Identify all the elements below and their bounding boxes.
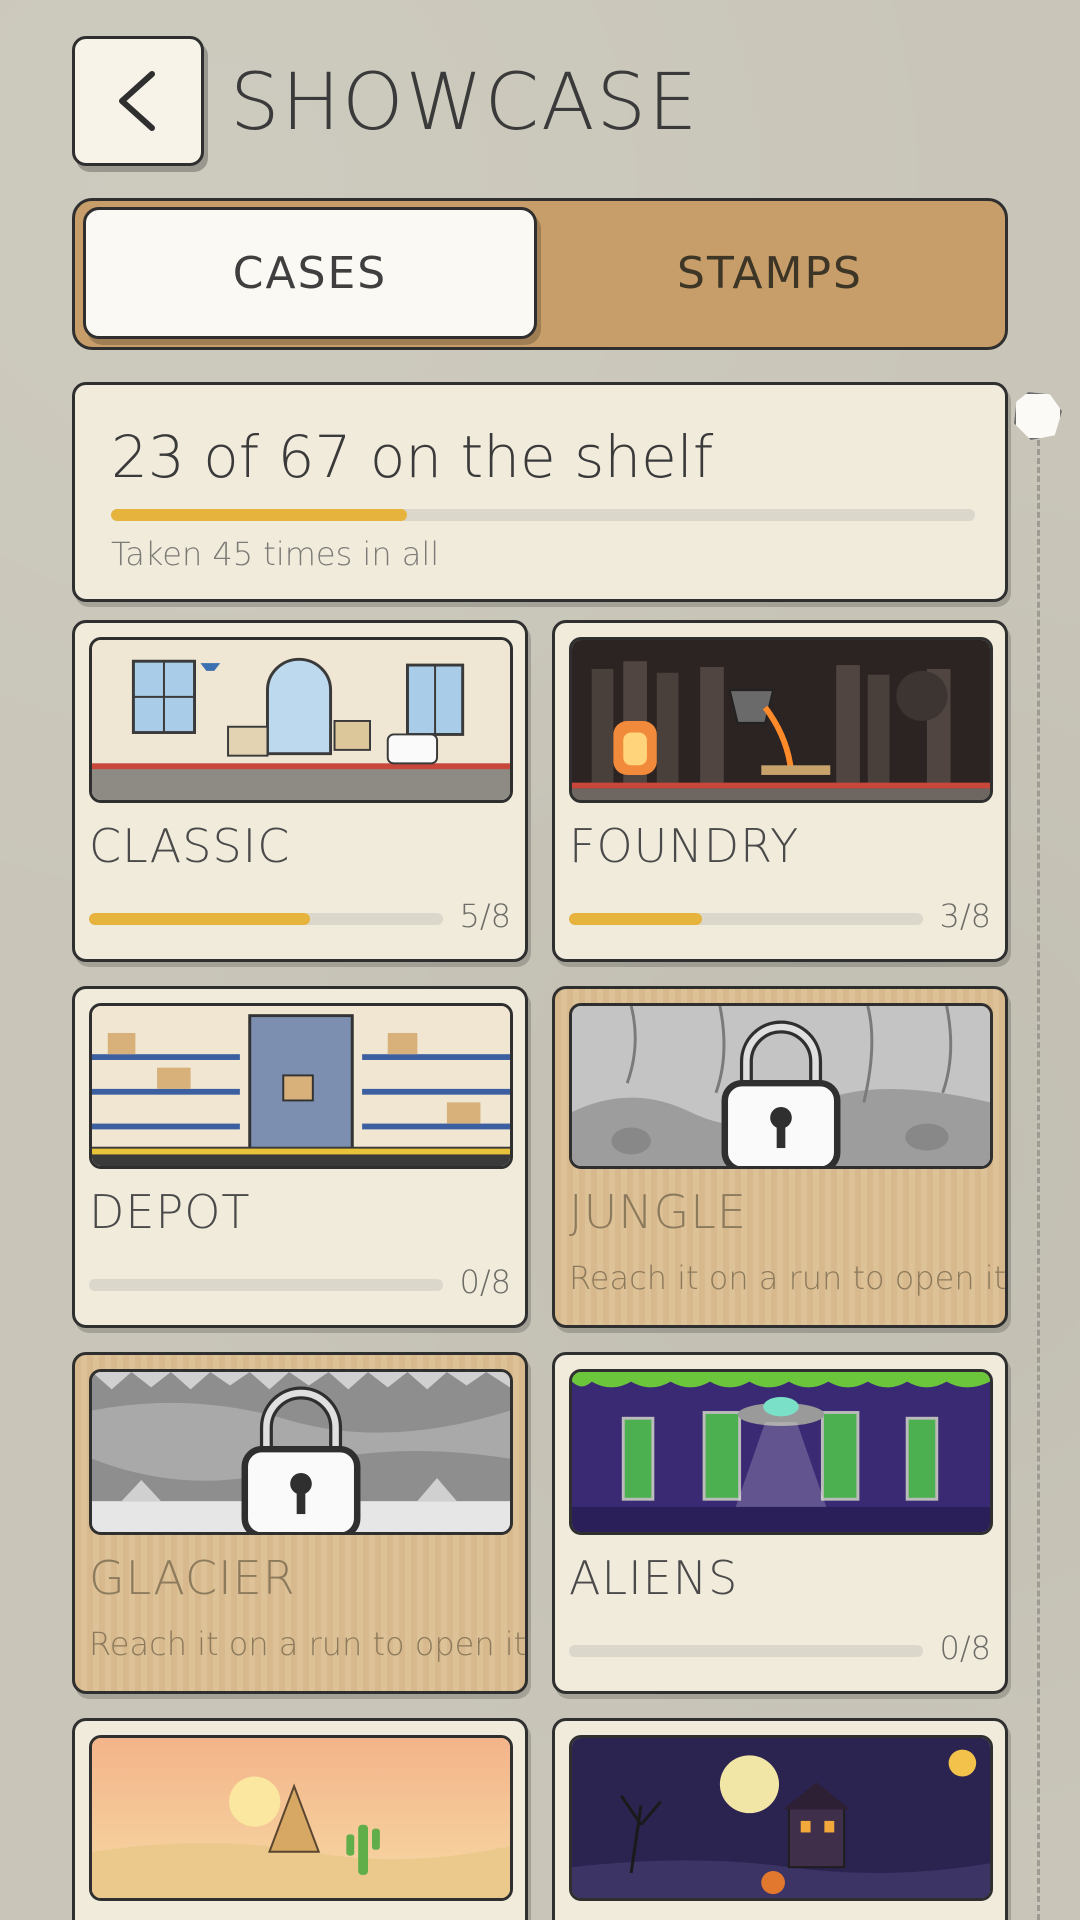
case-image-jungle bbox=[569, 1003, 993, 1169]
case-progress-fill bbox=[89, 913, 311, 925]
case-title: ALIENS bbox=[569, 1551, 739, 1605]
case-image-glacier bbox=[89, 1369, 513, 1535]
chevron-left-icon bbox=[119, 71, 155, 131]
case-count: 5/8 bbox=[459, 897, 512, 935]
case-image-depot bbox=[89, 1003, 513, 1169]
case-progress-bar bbox=[569, 913, 923, 925]
case-card-desert[interactable] bbox=[72, 1718, 528, 1920]
tab-stamps[interactable]: STAMPS bbox=[543, 207, 997, 339]
case-card-classic[interactable]: CLASSIC 5/8 bbox=[72, 620, 528, 962]
case-progress-bar bbox=[89, 1279, 443, 1291]
case-card-aliens[interactable]: ALIENS 0/8 bbox=[552, 1352, 1008, 1694]
tab-cases[interactable]: CASES bbox=[83, 207, 537, 339]
tab-bar: CASES STAMPS bbox=[72, 198, 1008, 350]
case-title: FOUNDRY bbox=[569, 819, 800, 873]
lock-icon bbox=[241, 1386, 361, 1532]
locked-message: Reach it on a run to open it bbox=[89, 1625, 527, 1663]
case-card-depot[interactable]: DEPOT 0/8 bbox=[72, 986, 528, 1328]
page-title: SHOWCASE bbox=[230, 58, 700, 148]
case-progress-fill bbox=[569, 913, 702, 925]
locked-message: Reach it on a run to open it bbox=[569, 1259, 1007, 1297]
collection-summary: 23 of 67 on the shelf Taken 45 times in … bbox=[72, 382, 1008, 602]
case-card-glacier[interactable]: GLACIER Reach it on a run to open it bbox=[72, 1352, 528, 1694]
case-progress-bar bbox=[569, 1645, 923, 1657]
case-count: 3/8 bbox=[939, 897, 992, 935]
case-count: 0/8 bbox=[939, 1629, 992, 1667]
case-title: GLACIER bbox=[89, 1551, 296, 1605]
case-image-foundry bbox=[569, 637, 993, 803]
case-title: CLASSIC bbox=[89, 819, 291, 873]
lock-icon bbox=[721, 1020, 841, 1166]
case-card-haunted[interactable] bbox=[552, 1718, 1008, 1920]
case-image-haunted bbox=[569, 1735, 993, 1901]
case-image-aliens bbox=[569, 1369, 993, 1535]
case-card-foundry[interactable]: FOUNDRY 3/8 bbox=[552, 620, 1008, 962]
case-card-jungle[interactable]: JUNGLE Reach it on a run to open it bbox=[552, 986, 1008, 1328]
back-button[interactable] bbox=[72, 36, 204, 166]
case-progress-bar bbox=[89, 913, 443, 925]
summary-progress-fill bbox=[111, 509, 408, 521]
summary-progress-bar bbox=[111, 509, 975, 521]
case-image-classic bbox=[89, 637, 513, 803]
case-title: JUNGLE bbox=[569, 1185, 747, 1239]
case-title: DEPOT bbox=[89, 1185, 251, 1239]
summary-heading: 23 of 67 on the shelf bbox=[111, 423, 714, 491]
case-image-desert bbox=[89, 1735, 513, 1901]
timeline-line bbox=[1037, 440, 1040, 1920]
case-count: 0/8 bbox=[459, 1263, 512, 1301]
summary-subtitle: Taken 45 times in all bbox=[111, 535, 440, 573]
